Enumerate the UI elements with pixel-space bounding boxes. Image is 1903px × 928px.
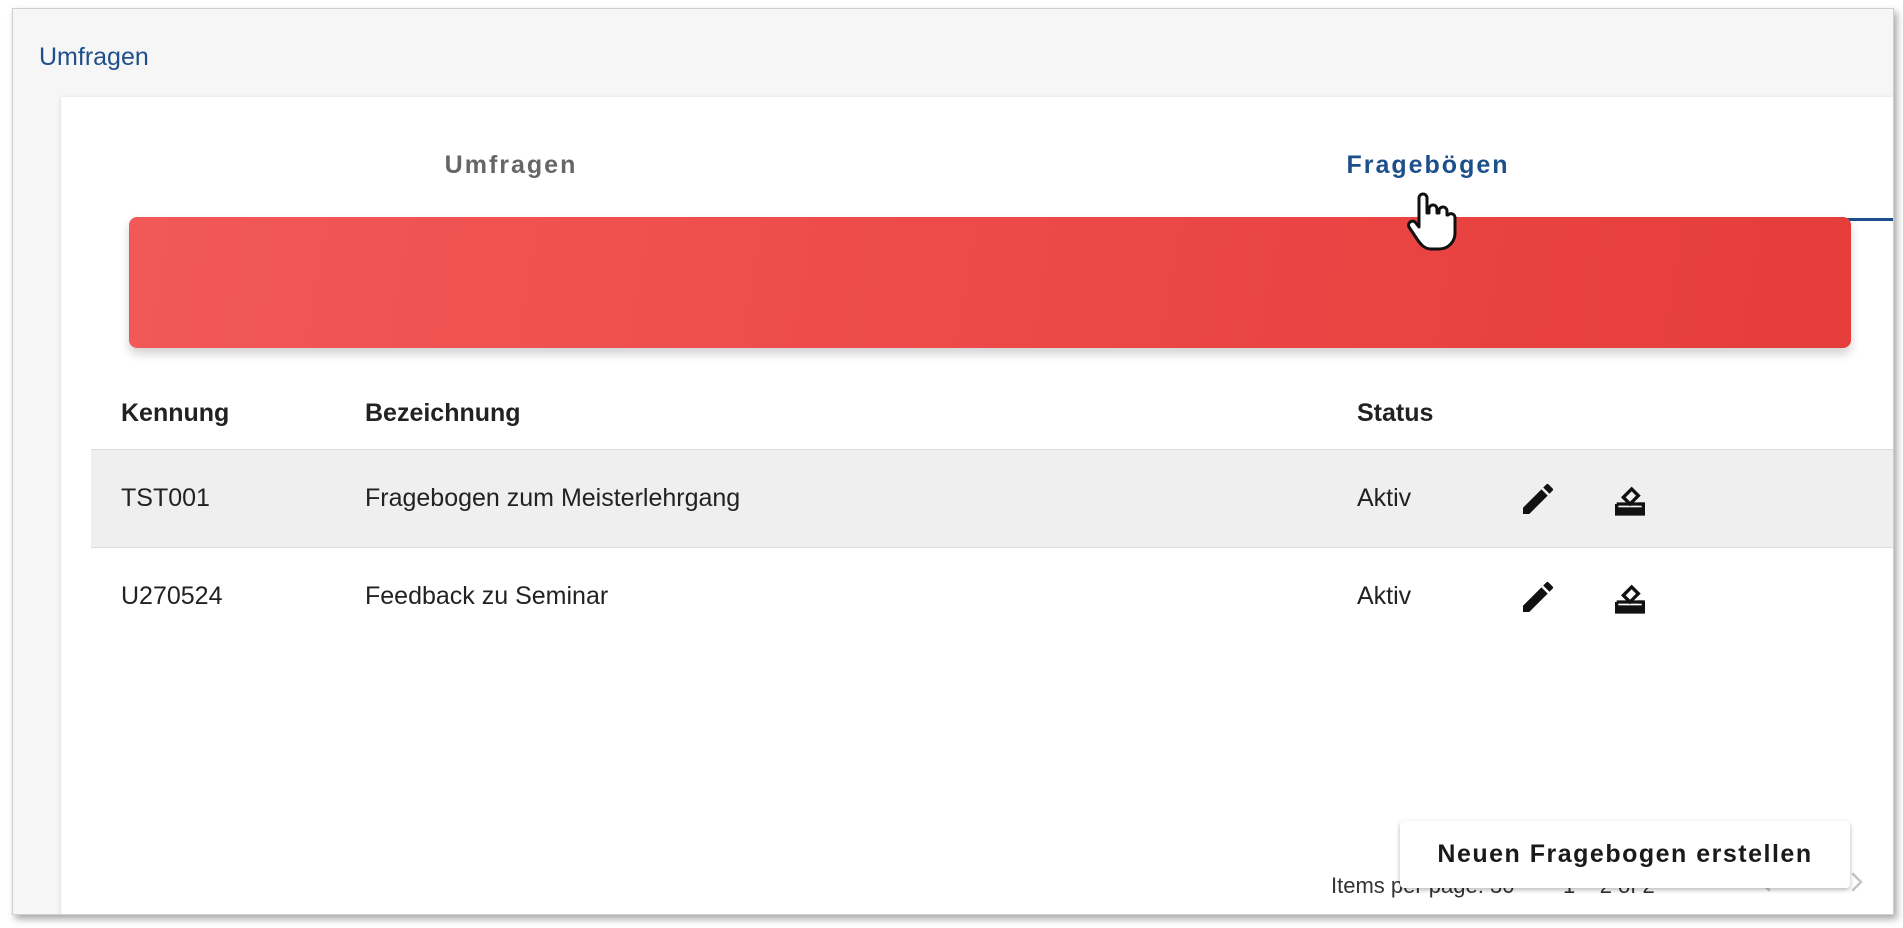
breadcrumb[interactable]: Umfragen — [39, 43, 149, 72]
row-kennung: TST001 — [121, 484, 210, 512]
edit-icon[interactable] — [1513, 474, 1563, 524]
row-bezeichnung: Feedback zu Seminar — [365, 582, 609, 610]
row-bezeichnung: Fragebogen zum Meisterlehrgang — [365, 484, 741, 512]
content-card: Umfragen Fragebögen Kennung Bezeichnung … — [61, 97, 1893, 914]
hand-pointer-icon — [1401, 189, 1461, 258]
header-kennung: Kennung — [121, 398, 230, 427]
questionnaire-table: Kennung Bezeichnung Status TST001 Frageb… — [91, 377, 1893, 898]
table-row[interactable]: U270524 Feedback zu Seminar Aktiv — [91, 547, 1893, 645]
row-status: Aktiv — [1357, 484, 1412, 512]
vote-icon[interactable] — [1605, 572, 1655, 622]
app-frame: Umfragen Umfragen Fragebögen Kennung Bez… — [12, 8, 1894, 915]
row-kennung: U270524 — [121, 582, 223, 610]
tab-umfragen[interactable]: Umfragen — [61, 151, 961, 205]
edit-icon[interactable] — [1513, 572, 1563, 622]
table-header-row: Kennung Bezeichnung Status — [91, 377, 1893, 449]
header-bezeichnung: Bezeichnung — [365, 398, 521, 427]
alert-banner — [129, 217, 1851, 348]
row-status: Aktiv — [1357, 582, 1412, 610]
row-actions — [1513, 548, 1655, 645]
row-actions — [1513, 450, 1655, 547]
create-questionnaire-button[interactable]: Neuen Fragebogen erstellen — [1400, 821, 1850, 888]
header-status: Status — [1357, 398, 1434, 427]
table-row[interactable]: TST001 Fragebogen zum Meisterlehrgang Ak… — [91, 449, 1893, 547]
vote-icon[interactable] — [1605, 474, 1655, 524]
